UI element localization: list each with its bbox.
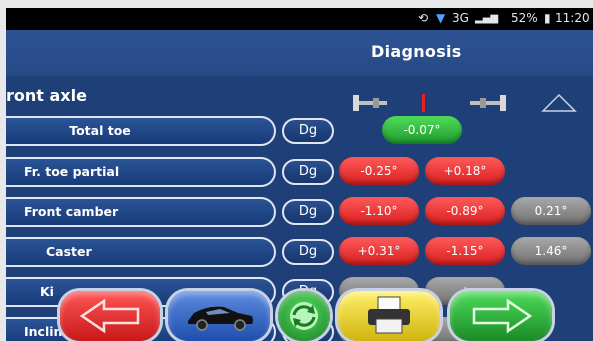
value-left: -0.25°	[339, 157, 419, 185]
wifi-icon: ▼	[436, 11, 446, 25]
center-marker-icon	[422, 94, 425, 112]
vehicle-button[interactable]	[168, 291, 270, 341]
rotation-icon: ⟲	[418, 11, 429, 25]
value-cross: 0.21°	[511, 197, 591, 225]
app-screen: ⟲ ▼ 3G ▂▄▆ 52% ▮ 11:20 Diagnosis ront ax…	[6, 8, 593, 341]
value-total-toe: -0.07°	[382, 116, 462, 144]
arrow-left-icon	[79, 298, 140, 334]
unit-button[interactable]: Dg	[282, 199, 334, 225]
refresh-icon	[290, 302, 318, 330]
printer-icon	[368, 296, 410, 334]
car-icon	[188, 306, 253, 331]
unit-button[interactable]: Dg	[282, 118, 334, 144]
battery-percent: 52%	[511, 11, 538, 25]
row-label-total-toe[interactable]: Total toe	[6, 116, 276, 146]
value-left: +0.31°	[339, 237, 419, 265]
next-button[interactable]	[450, 291, 552, 341]
value-right: -0.89°	[425, 197, 505, 225]
value-left: -1.10°	[339, 197, 419, 225]
section-title: ront axle	[6, 86, 87, 105]
value-right: +0.18°	[425, 157, 505, 185]
clock: 11:20	[555, 11, 590, 25]
value-right: -1.15°	[425, 237, 505, 265]
left-wheel-icon	[353, 95, 387, 111]
signal-icon: ▂▄▆	[475, 13, 499, 24]
value-cross: 1.46°	[511, 237, 591, 265]
row-label-front-camber[interactable]: Front camber	[6, 197, 276, 227]
refresh-button[interactable]	[278, 291, 330, 341]
title-bar: Diagnosis	[6, 30, 593, 76]
triangle-icon[interactable]	[540, 92, 578, 114]
network-type: 3G	[452, 11, 469, 25]
unit-button[interactable]: Dg	[282, 239, 334, 265]
page-title: Diagnosis	[371, 42, 462, 61]
unit-button[interactable]: Dg	[282, 159, 334, 185]
status-bar: ⟲ ▼ 3G ▂▄▆ 52% ▮ 11:20	[6, 8, 593, 30]
row-label-caster[interactable]: Caster	[6, 237, 276, 267]
row-label-front-toe-partial[interactable]: Fr. toe partial	[6, 157, 276, 187]
battery-icon: ▮	[544, 11, 551, 25]
back-button[interactable]	[60, 291, 160, 341]
right-wheel-icon	[470, 95, 506, 111]
print-button[interactable]	[338, 291, 440, 341]
arrow-right-icon	[472, 298, 533, 334]
